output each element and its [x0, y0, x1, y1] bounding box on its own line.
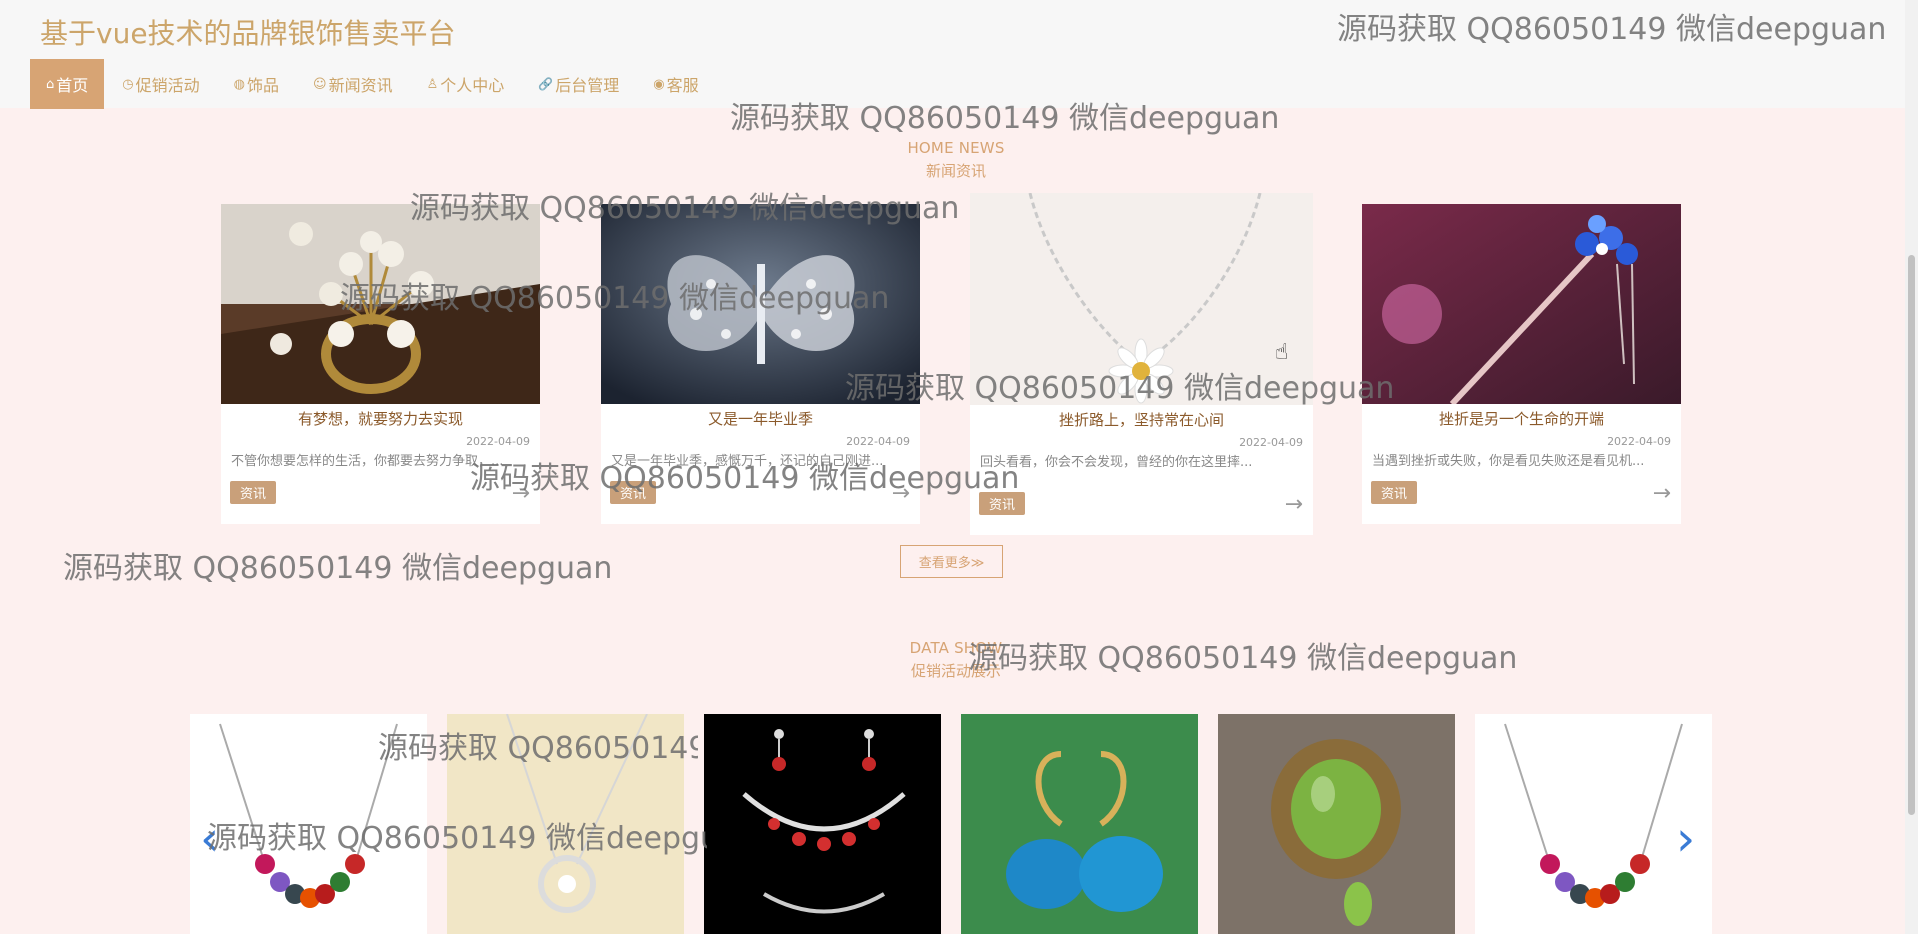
news-date: 2022-04-09: [466, 435, 530, 448]
clock-icon: ◷: [122, 76, 134, 92]
promo-title-en: DATA SHOW: [909, 639, 1003, 657]
promo-title-cn: 促销活动展示: [910, 662, 1001, 680]
view-more-button[interactable]: 查看更多≫: [900, 545, 1003, 578]
nav-item-home[interactable]: ⌂ 首页: [30, 59, 105, 109]
nav-item-jewelry[interactable]: ◍ 饰品: [218, 59, 295, 109]
nav-item-admin[interactable]: 🔗 后台管理: [522, 59, 635, 109]
site-title: 基于vue技术的品牌银饰售卖平台: [40, 17, 456, 50]
nav-label: 客服: [666, 76, 699, 95]
news-title-cn: 新闻资讯: [925, 162, 986, 180]
nav-label: 饰品: [246, 76, 279, 95]
user-icon: ♙: [426, 76, 439, 92]
main-nav: ⌂ 首页 ◷ 促销活动 ◍ 饰品 ☺ 新闻资讯 ♙ 个人中心 🔗 后台管理 ◉ …: [30, 59, 717, 109]
news-summary: 不管你想要怎样的生活，你都要去努力争取，...: [231, 454, 504, 469]
news-date: 2022-04-09: [1239, 436, 1303, 449]
promo-slide-swan-pendant[interactable]: [961, 714, 1198, 934]
nav-label: 新闻资讯: [328, 76, 393, 95]
watermark: 源码获取 QQ86050149 微信deepguan: [63, 551, 613, 586]
arrow-right-icon[interactable]: →: [1653, 481, 1671, 506]
globe-icon: ◍: [233, 76, 245, 92]
news-tag: 资讯: [1371, 481, 1418, 504]
arrow-right-icon[interactable]: →: [1285, 492, 1303, 517]
news-summary: 当遇到挫折或失败，你是看见失败还是看见机...: [1372, 454, 1645, 469]
news-card[interactable]: 又是一年毕业季 2022-04-09 又是一年毕业季，感慨万千，还记的自己刚进.…: [601, 204, 920, 524]
nav-item-service[interactable]: ◉ 客服: [637, 59, 714, 109]
news-date: 2022-04-09: [846, 435, 910, 448]
news-title: 挫折是另一个生命的开端: [1438, 410, 1604, 428]
nav-item-news[interactable]: ☺ 新闻资讯: [297, 59, 409, 109]
promo-carousel: [190, 714, 1712, 934]
arrow-right-icon[interactable]: →: [512, 481, 530, 506]
chat-icon: ◉: [653, 76, 665, 92]
news-card[interactable]: 有梦想，就要努力去实现 2022-04-09 不管你想要怎样的生活，你都要去努力…: [221, 204, 540, 524]
nav-label: 促销活动: [135, 76, 200, 95]
smile-icon: ☺: [313, 76, 327, 92]
promo-slide-ruby-necklace-set[interactable]: [704, 714, 941, 934]
news-summary: 回头看看，你会不会发现，曾经的你在这里摔...: [980, 455, 1253, 470]
news-image-butterfly-brooch: [601, 204, 920, 404]
nav-item-promotions[interactable]: ◷ 促销活动: [106, 59, 215, 109]
news-tag: 资讯: [230, 481, 277, 504]
page-scrollbar[interactable]: [1905, 0, 1918, 934]
home-icon: ⌂: [46, 76, 55, 92]
scrollbar-thumb[interactable]: [1908, 255, 1915, 815]
news-title-en: HOME NEWS: [907, 139, 1005, 157]
news-image-hairpin: [1362, 204, 1681, 404]
promo-slide-cats-eye-pendant[interactable]: [1218, 714, 1455, 934]
promo-slide-silver-pendant[interactable]: [447, 714, 684, 934]
nav-label: 后台管理: [555, 76, 620, 95]
nav-label: 个人中心: [440, 76, 505, 95]
news-title: 又是一年毕业季: [707, 410, 813, 428]
carousel-prev-icon[interactable]: ‹: [200, 815, 219, 863]
news-section-title: HOME NEWS 新闻资讯: [856, 139, 1056, 181]
news-title: 有梦想，就要努力去实现: [297, 410, 463, 428]
news-summary: 又是一年毕业季，感慨万千，还记的自己刚进...: [611, 454, 884, 469]
nav-label: 首页: [56, 76, 89, 95]
news-image-daisy-necklace: [970, 193, 1313, 405]
news-card[interactable]: 挫折路上，坚持常在心间 2022-04-09 回头看看，你会不会发现，曾经的你在…: [970, 193, 1313, 535]
arrow-right-icon[interactable]: →: [892, 481, 910, 506]
nav-item-profile[interactable]: ♙ 个人中心: [411, 59, 521, 109]
hand-cursor-icon: ☝: [1275, 340, 1289, 365]
news-tag: 资讯: [610, 481, 657, 504]
news-image-pearl-ring: [221, 204, 540, 404]
carousel-next-icon[interactable]: ›: [1676, 815, 1695, 863]
site-header: 基于vue技术的品牌银饰售卖平台 ⌂ 首页 ◷ 促销活动 ◍ 饰品 ☺ 新闻资讯…: [0, 0, 1905, 109]
promo-section-title: DATA SHOW 促销活动展示: [856, 639, 1056, 681]
news-card[interactable]: 挫折是另一个生命的开端 2022-04-09 当遇到挫折或失败，你是看见失败还是…: [1362, 204, 1681, 524]
link-icon: 🔗: [538, 77, 554, 91]
news-date: 2022-04-09: [1607, 435, 1671, 448]
news-tag: 资讯: [979, 492, 1026, 515]
news-title: 挫折路上，坚持常在心间: [1058, 411, 1224, 429]
promo-slide-gem-necklace[interactable]: [190, 714, 427, 934]
